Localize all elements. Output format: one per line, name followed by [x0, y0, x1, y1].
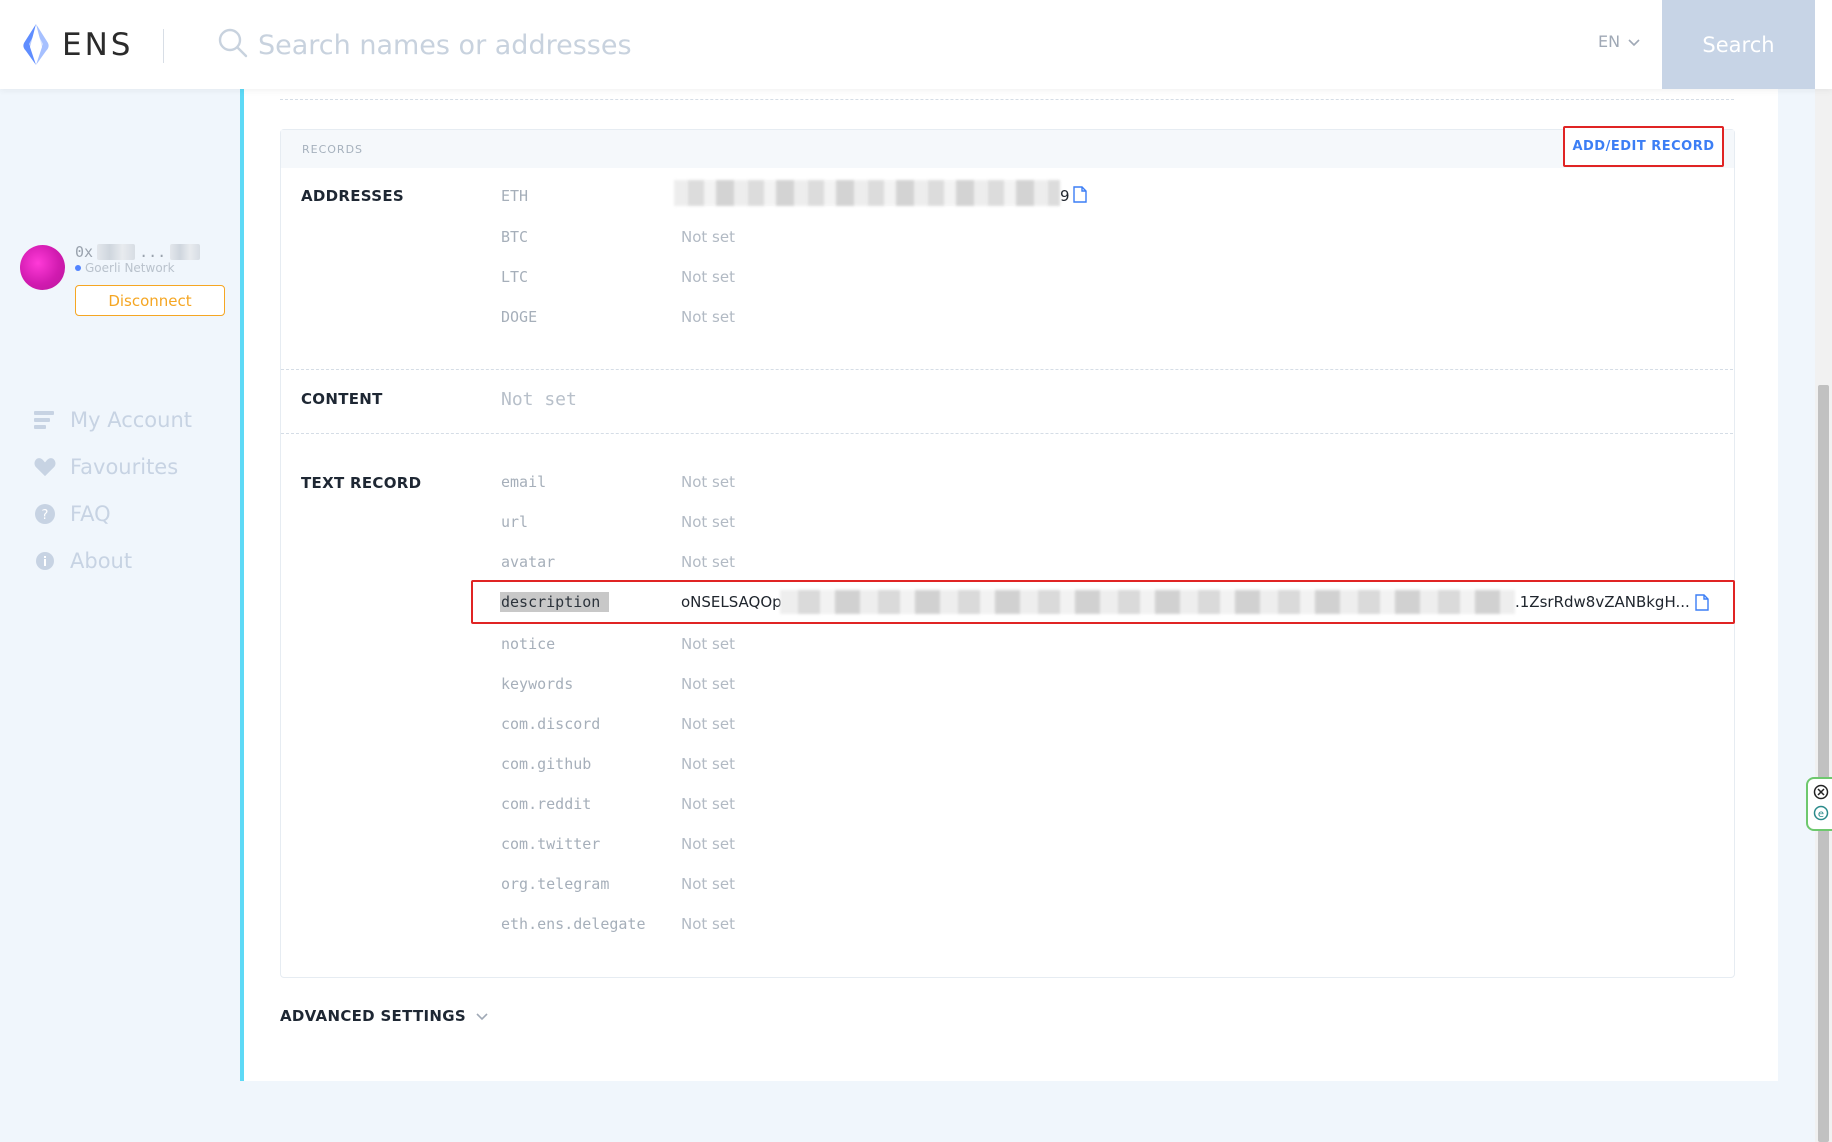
network-label: Goerli Network [85, 261, 175, 275]
record-key-btc: BTC [501, 228, 529, 246]
record-key-doge: DOGE [501, 308, 538, 326]
record-value-btc: Not set [681, 228, 735, 246]
scrollbar-thumb[interactable] [1818, 385, 1829, 1142]
copy-icon[interactable] [1695, 594, 1709, 615]
sidebar-nav: My Account Favourites ? FAQ About [34, 396, 192, 584]
records-header: RECORDS [281, 130, 1734, 168]
copy-icon[interactable] [1073, 186, 1087, 207]
records-card: RECORDS [280, 129, 1735, 978]
ens-logo-icon [23, 24, 49, 65]
avatar [20, 245, 65, 290]
record-value-doge: Not set [681, 308, 735, 326]
advanced-settings-label: ADVANCED SETTINGS [280, 1007, 466, 1025]
language-selector[interactable]: EN [1598, 32, 1640, 51]
content-value: Not set [501, 389, 577, 410]
advanced-settings-toggle[interactable]: ADVANCED SETTINGS [280, 1007, 488, 1025]
record-key-avatar: avatar [501, 553, 556, 571]
record-key-notice: notice [501, 635, 556, 653]
record-key-ltc: LTC [501, 268, 529, 286]
content-title: CONTENT [301, 390, 383, 408]
record-value-com-reddit: Not set [681, 795, 735, 813]
record-value-com-discord: Not set [681, 715, 735, 733]
address-sep: ... [139, 243, 167, 261]
sidebar-item-label: FAQ [70, 501, 111, 526]
records-label: RECORDS [302, 143, 364, 156]
divider [280, 99, 1734, 100]
text-record-title: TEXT RECORD [301, 474, 422, 492]
record-key-eth: ETH [501, 187, 529, 205]
account-address: 0x ... [75, 243, 201, 261]
extension-widget[interactable]: e [1806, 777, 1832, 831]
description-blur [780, 590, 1515, 614]
address-blur [97, 244, 136, 260]
sidebar-item-faq[interactable]: ? FAQ [34, 490, 192, 537]
record-key-com-reddit: com.reddit [501, 795, 592, 813]
record-value-keywords: Not set [681, 675, 735, 693]
sidebar-item-about[interactable]: About [34, 537, 192, 584]
chevron-down-icon [1628, 32, 1640, 51]
record-value-eth-ens-delegate: Not set [681, 915, 735, 933]
record-value-org-telegram: Not set [681, 875, 735, 893]
list-icon [34, 409, 56, 431]
record-value-notice: Not set [681, 635, 735, 653]
divider [281, 433, 1733, 434]
record-key-com-twitter: com.twitter [501, 835, 601, 853]
search-input[interactable] [256, 20, 1540, 70]
add-edit-record-button[interactable]: ADD/EDIT RECORD [1563, 126, 1724, 167]
top-bar: ENS EN Search [0, 0, 1832, 89]
logo-text: ENS [62, 27, 134, 63]
record-value-description-end: .1ZsrRdw8vZANBkgH... [1515, 593, 1690, 611]
svg-text:e: e [1818, 809, 1824, 820]
header-divider [163, 29, 164, 63]
record-value-avatar: Not set [681, 553, 735, 571]
info-icon [34, 550, 56, 572]
close-icon[interactable] [1813, 784, 1829, 800]
record-key-org-telegram: org.telegram [501, 875, 610, 893]
sidebar-item-my-account[interactable]: My Account [34, 396, 192, 443]
ens-logo[interactable]: ENS [18, 22, 133, 68]
record-key-url: url [501, 513, 529, 531]
search-icon [218, 28, 248, 62]
record-key-com-discord: com.discord [501, 715, 601, 733]
record-key-com-github: com.github [501, 755, 592, 773]
sidebar-item-label: Favourites [70, 454, 179, 479]
extension-icon[interactable]: e [1813, 805, 1829, 821]
divider [281, 369, 1733, 370]
eth-address-blur [674, 180, 1060, 206]
address-blur-end [170, 244, 201, 260]
address-prefix: 0x [75, 243, 94, 261]
record-value-com-twitter: Not set [681, 835, 735, 853]
record-value-ltc: Not set [681, 268, 735, 286]
record-value-com-github: Not set [681, 755, 735, 773]
sidebar-item-label: My Account [70, 407, 193, 432]
sidebar-item-label: About [70, 548, 133, 573]
disconnect-button[interactable]: Disconnect [75, 285, 225, 316]
addresses-title: ADDRESSES [301, 187, 404, 205]
chevron-down-icon [476, 1007, 488, 1025]
language-label: EN [1598, 32, 1621, 51]
record-value-url: Not set [681, 513, 735, 531]
record-key-keywords: keywords [501, 675, 574, 693]
record-value-email: Not set [681, 473, 735, 491]
record-key-email: email [501, 473, 547, 491]
search-button[interactable]: Search [1662, 0, 1815, 89]
heart-icon [34, 456, 56, 478]
record-value-eth: 9 [1060, 187, 1070, 205]
record-value-description-start: oNSELSAQOp [681, 593, 782, 611]
record-key-description: description [501, 593, 601, 611]
network-indicator: Goerli Network [75, 261, 175, 275]
network-dot-icon [75, 265, 81, 271]
sidebar-item-favourites[interactable]: Favourites [34, 443, 192, 490]
question-icon: ? [34, 503, 56, 525]
svg-text:?: ? [42, 508, 49, 523]
record-key-eth-ens-delegate: eth.ens.delegate [501, 915, 646, 933]
